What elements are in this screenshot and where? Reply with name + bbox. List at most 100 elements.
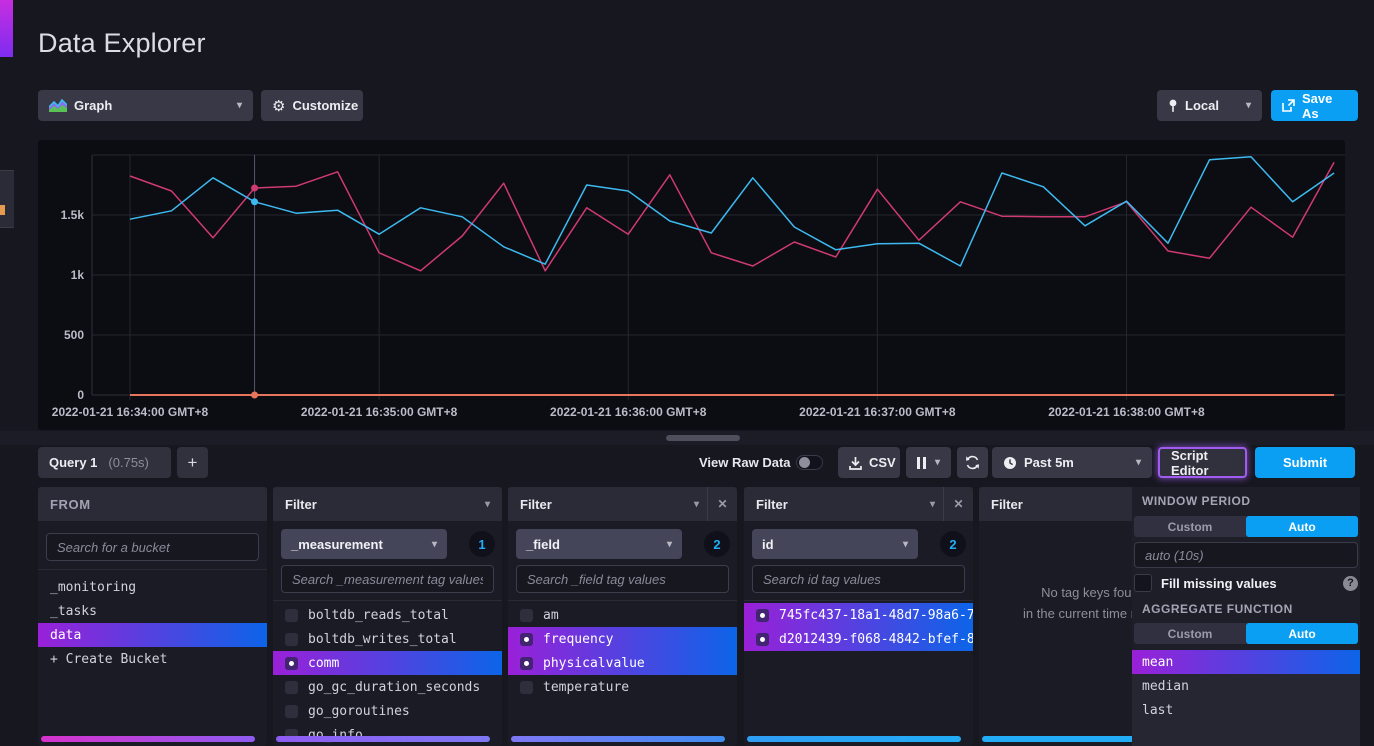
view-raw-data-label: View Raw Data <box>699 447 791 478</box>
id-list: 745fc437-18a1-48d7-98a6-7…d2012439-f068-… <box>744 603 973 651</box>
time-series-chart[interactable]: 05001k1.5k2022-01-21 16:34:00 GMT+82022-… <box>38 140 1345 430</box>
list-item[interactable]: go_info <box>273 723 502 746</box>
tag-key-select-measurement[interactable]: _measurement ▾ <box>281 529 447 559</box>
svg-text:0: 0 <box>77 388 84 402</box>
chevron-down-icon[interactable]: ▾ <box>930 499 935 510</box>
filter-header: Filter ▾ <box>273 487 502 521</box>
tag-key-select-field[interactable]: _field ▾ <box>516 529 682 559</box>
checkbox[interactable] <box>756 633 769 646</box>
list-item[interactable]: go_gc_duration_seconds <box>273 675 502 699</box>
view-type-dropdown[interactable]: Graph ▾ <box>38 90 253 121</box>
list-item[interactable]: temperature <box>508 675 737 699</box>
customize-button[interactable]: ⚙ Customize <box>261 90 363 121</box>
resize-handle[interactable] <box>666 435 740 441</box>
pause-icon <box>917 457 926 469</box>
list-item[interactable]: _monitoring <box>38 575 267 599</box>
list-item[interactable]: + Create Bucket <box>38 647 267 671</box>
checkbox[interactable] <box>520 633 533 646</box>
window-period-input[interactable] <box>1134 542 1358 568</box>
window-custom-option[interactable]: Custom <box>1134 516 1246 537</box>
list-item[interactable]: _tasks <box>38 599 267 623</box>
h-scrollbar[interactable] <box>276 736 490 742</box>
list-item[interactable]: median <box>1132 674 1360 698</box>
query-tab[interactable]: Query 1 (0.75s) <box>38 447 171 478</box>
list-item-label: am <box>543 608 559 623</box>
chevron-down-icon: ▾ <box>1136 457 1141 468</box>
chevron-down-icon: ▾ <box>935 457 940 468</box>
checkbox[interactable] <box>285 609 298 622</box>
list-item[interactable]: 745fc437-18a1-48d7-98a6-7… <box>744 603 973 627</box>
id-search-input[interactable] <box>752 565 965 593</box>
script-editor-button[interactable]: Script Editor <box>1158 447 1247 478</box>
local-dropdown[interactable]: Local ▾ <box>1157 90 1262 121</box>
graph-icon <box>49 99 67 112</box>
window-auto-option[interactable]: Auto <box>1246 516 1358 537</box>
list-item-label: temperature <box>543 680 629 695</box>
submit-button[interactable]: Submit <box>1255 447 1355 478</box>
time-range-dropdown[interactable]: Past 5m ▾ <box>992 447 1152 478</box>
checkbox[interactable] <box>520 681 533 694</box>
csv-download-button[interactable]: CSV <box>838 447 900 478</box>
query-options-panel: WINDOW PERIOD Custom Auto Fill missing v… <box>1132 487 1360 746</box>
list-item[interactable]: last <box>1132 698 1360 722</box>
field-search-input[interactable] <box>516 565 729 593</box>
checkbox[interactable] <box>520 609 533 622</box>
tag-key-select-id[interactable]: id ▾ <box>752 529 918 559</box>
fill-missing-checkbox[interactable] <box>1134 574 1152 592</box>
fill-missing-row: Fill missing values ? <box>1134 573 1358 593</box>
csv-label: CSV <box>869 455 896 470</box>
list-item[interactable]: physicalvalue <box>508 651 737 675</box>
svg-text:1k: 1k <box>71 268 85 282</box>
svg-text:2022-01-21 16:37:00 GMT+8: 2022-01-21 16:37:00 GMT+8 <box>799 405 956 419</box>
from-panel-header: FROM <box>38 487 267 521</box>
measurement-search-input[interactable] <box>281 565 494 593</box>
checkbox[interactable] <box>756 609 769 622</box>
h-scrollbar[interactable] <box>747 736 961 742</box>
selected-count-badge: 1 <box>469 531 495 557</box>
chevron-down-icon[interactable]: ▾ <box>694 499 699 510</box>
bucket-search-input[interactable] <box>46 533 259 561</box>
filter-title: Filter <box>285 497 317 512</box>
bucket-list: _monitoring_tasksdata+ Create Bucket <box>38 575 267 671</box>
from-panel: FROM _monitoring_tasksdata+ Create Bucke… <box>38 487 267 746</box>
chevron-down-icon[interactable]: ▾ <box>485 499 490 510</box>
chevron-down-icon: ▾ <box>667 539 672 550</box>
list-item[interactable]: boltdb_writes_total <box>273 627 502 651</box>
list-item[interactable]: d2012439-f068-4842-bfef-8… <box>744 627 973 651</box>
checkbox[interactable] <box>285 681 298 694</box>
close-icon[interactable]: ✕ <box>943 487 973 521</box>
aggregate-custom-option[interactable]: Custom <box>1134 623 1246 644</box>
aggregate-auto-option[interactable]: Auto <box>1246 623 1358 644</box>
list-item[interactable]: am <box>508 603 737 627</box>
filter-title: Filter <box>756 497 788 512</box>
filter-panel-id: Filter ▾ ✕ id ▾ 2 745fc437-18a1-48d7-98a… <box>744 487 973 746</box>
list-item[interactable]: data <box>38 623 267 647</box>
list-item[interactable]: frequency <box>508 627 737 651</box>
list-item[interactable]: comm <box>273 651 502 675</box>
local-label: Local <box>1185 98 1219 113</box>
h-scrollbar[interactable] <box>511 736 725 742</box>
download-icon <box>849 456 862 470</box>
close-icon[interactable]: ✕ <box>707 487 737 521</box>
checkbox[interactable] <box>285 633 298 646</box>
checkbox[interactable] <box>285 705 298 718</box>
checkbox[interactable] <box>285 657 298 670</box>
refresh-button[interactable] <box>957 447 988 478</box>
svg-text:2022-01-21 16:34:00 GMT+8: 2022-01-21 16:34:00 GMT+8 <box>52 405 209 419</box>
list-item-label: boltdb_writes_total <box>308 632 457 647</box>
h-scrollbar[interactable] <box>41 736 255 742</box>
save-as-button[interactable]: Save As <box>1271 90 1358 121</box>
save-as-label: Save As <box>1302 91 1347 121</box>
view-raw-data-toggle[interactable] <box>796 455 823 470</box>
checkbox[interactable] <box>520 657 533 670</box>
nav-accent-strip <box>0 0 13 57</box>
chart-panel: 05001k1.5k2022-01-21 16:34:00 GMT+82022-… <box>38 140 1345 430</box>
list-item-label: boltdb_reads_total <box>308 608 449 623</box>
add-query-button[interactable]: + <box>177 447 208 478</box>
list-item[interactable]: mean <box>1132 650 1360 674</box>
list-item-label: go_gc_duration_seconds <box>308 680 480 695</box>
pause-button[interactable]: ▾ <box>906 447 951 478</box>
help-icon[interactable]: ? <box>1343 576 1358 591</box>
list-item[interactable]: boltdb_reads_total <box>273 603 502 627</box>
list-item[interactable]: go_goroutines <box>273 699 502 723</box>
